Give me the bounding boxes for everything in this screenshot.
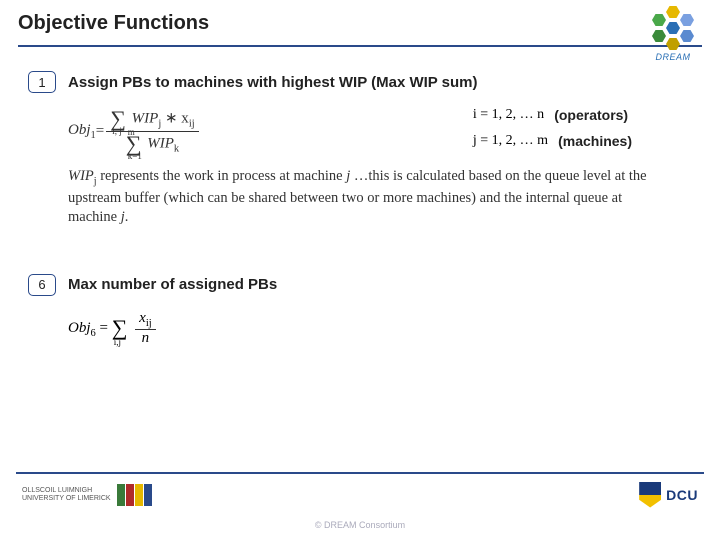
x-body: x <box>139 310 146 326</box>
wip-j-sub: j <box>158 119 161 130</box>
ul-flag-icon <box>117 484 152 506</box>
dcu-text: DCU <box>666 487 698 503</box>
dcu-logo: DCU <box>639 482 698 508</box>
slide-header: Objective Functions DREAM <box>0 0 720 41</box>
mul-x: ∗ x <box>165 111 189 127</box>
ul-line2: UNIVERSITY OF LIMERICK <box>22 495 111 503</box>
ul-line1: OLLSCOIL LUIMNIGH <box>22 487 111 495</box>
sum-sub-k: k=1 <box>128 152 142 162</box>
sigma-icon: ∑mk=1 <box>126 132 142 156</box>
index-j-label: (machines) <box>558 133 632 149</box>
index-i-label: (operators) <box>554 107 628 123</box>
index-i-line: i = 1, 2, … n (operators) <box>473 107 632 123</box>
eq-sign: = <box>96 123 104 140</box>
sigma-icon: ∑i, j <box>110 107 126 131</box>
objective-1-row: 1 Assign PBs to machines with highest WI… <box>28 71 692 93</box>
slide-footer: OLLSCOIL LUIMNIGH UNIVERSITY OF LIMERICK… <box>0 472 720 540</box>
page-title: Objective Functions <box>18 12 209 35</box>
slide-content: 1 Assign PBs to machines with highest WI… <box>0 47 720 347</box>
desc-t6: . <box>125 209 129 225</box>
sum-sup: m <box>128 128 135 138</box>
index-j-expr: j = 1, 2, … m <box>473 133 548 149</box>
index-i-expr: i = 1, 2, … n <box>473 107 544 123</box>
wip-k-sub: k <box>174 144 179 155</box>
dcu-shield-icon <box>639 482 661 508</box>
objective-6-row: 6 Max number of assigned PBs <box>28 274 692 296</box>
index-j-line: j = 1, 2, … m (machines) <box>473 133 632 149</box>
sum-sub-ij: i,j <box>114 337 121 347</box>
n-body: n <box>142 330 150 346</box>
copyright-text: © DREAM Consortium <box>315 520 405 530</box>
x-ij-sub: ij <box>189 119 195 130</box>
wip-j: WIP <box>132 111 159 127</box>
x-ij-sub-6: ij <box>146 318 152 329</box>
obj6-lhs: Obj <box>68 320 91 336</box>
desc-t2: represents the work in process at machin… <box>97 168 347 184</box>
sigma-icon: ∑i,j <box>112 315 128 341</box>
sum-sub: i, j <box>112 127 122 137</box>
objective-1-description: WIPj represents the work in process at m… <box>28 159 692 228</box>
footer-rule <box>16 472 704 474</box>
wip-k: WIP <box>147 136 174 152</box>
obj6-lhs-sub: 6 <box>91 328 96 339</box>
ul-logo: OLLSCOIL LUIMNIGH UNIVERSITY OF LIMERICK <box>22 484 152 506</box>
eq-sign-6: = <box>100 320 112 336</box>
hex-cluster-icon <box>644 6 702 50</box>
objective-1-number: 1 <box>28 71 56 93</box>
objective-1-title: Assign PBs to machines with highest WIP … <box>68 74 478 91</box>
desc-wip: WIP <box>68 168 94 184</box>
objective-6-number: 6 <box>28 274 56 296</box>
objective-1-formula: Obj1 = ∑i, j WIPj ∗ xij ∑mk=1 WIPk <box>28 107 201 156</box>
objective-6-title: Max number of assigned PBs <box>68 276 277 293</box>
obj1-lhs: Obj <box>68 122 91 138</box>
objective-6-formula: Obj6 = ∑i,j xij n <box>28 310 692 347</box>
dream-brand-text: DREAM <box>655 52 690 62</box>
dream-logo: DREAM <box>644 6 702 62</box>
